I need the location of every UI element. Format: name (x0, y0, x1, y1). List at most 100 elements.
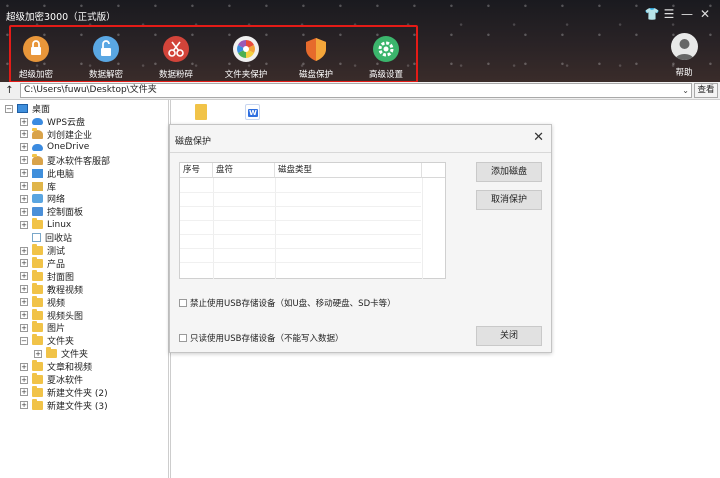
folder-icon (32, 244, 43, 255)
wps-document-icon[interactable]: W (245, 104, 260, 120)
expand-icon[interactable]: + (20, 182, 28, 190)
tree-item[interactable]: + 测试 (20, 244, 65, 257)
tree-item[interactable]: + 视频 (20, 295, 65, 309)
expand-icon[interactable]: + (20, 207, 28, 216)
folder-icon (32, 269, 43, 281)
super-encrypt-button[interactable]: 超级加密 (4, 36, 68, 80)
data-decrypt-button[interactable]: 数据解密 (74, 36, 138, 80)
column-line (422, 178, 423, 279)
folder-icon[interactable] (195, 104, 207, 120)
help-button[interactable]: 帮助 (667, 33, 701, 78)
column-line (275, 178, 276, 279)
tree-item-desktop[interactable]: − 桌面 (5, 102, 50, 115)
close-dialog-button[interactable]: 关闭 (476, 326, 542, 346)
collapse-icon[interactable]: − (5, 104, 13, 113)
tree-item[interactable]: + 库 (20, 180, 56, 193)
folder-icon (32, 256, 43, 268)
chevron-down-icon[interactable]: ⌄ (682, 84, 689, 97)
view-button[interactable]: 查看 (694, 83, 718, 98)
tree-item[interactable]: − 文件夹 (20, 334, 74, 347)
lock-icon (23, 36, 49, 62)
tree-item[interactable]: + OneDrive (20, 141, 89, 154)
expand-icon[interactable]: + (20, 156, 28, 165)
readonly-usb-checkbox[interactable] (179, 334, 187, 342)
tree-item[interactable]: + 文章和视频 (20, 360, 92, 373)
tree-item[interactable]: + 图片 (20, 321, 65, 334)
tree-item-label: WPS云盘 (47, 118, 86, 128)
tree-item[interactable]: + 网络 (20, 192, 65, 205)
expand-icon[interactable]: + (20, 117, 28, 126)
tree-item[interactable]: + 新建文件夹 (3) (20, 398, 108, 412)
advanced-settings-button[interactable]: 高级设置 (354, 36, 418, 80)
expand-icon[interactable]: + (20, 272, 28, 281)
tree-item[interactable]: + 夏冰软件 (20, 373, 83, 386)
cancel-protect-button[interactable]: 取消保护 (476, 190, 542, 210)
tree-item[interactable]: + 文件夹 (34, 347, 88, 360)
folder-icon (32, 321, 43, 333)
lib-icon (32, 181, 43, 191)
tree-item[interactable]: + 教程视频 (20, 282, 83, 296)
tree-item[interactable]: + 夏冰软件客服部 (20, 153, 111, 167)
net-icon (32, 194, 43, 204)
expand-icon[interactable]: + (20, 311, 28, 319)
row-line (180, 262, 421, 263)
expand-icon[interactable]: + (20, 375, 28, 384)
tree-item[interactable]: + Linux (20, 218, 71, 231)
up-arrow-icon[interactable]: ↑ (2, 83, 17, 98)
expand-icon[interactable]: + (20, 169, 28, 178)
expand-icon[interactable]: + (20, 220, 28, 229)
folder-tree[interactable]: − 桌面 + WPS云盘 + 刘创建企业 + OneDrive + 夏冰软件客服部 + 此电脑 + 库… (0, 100, 169, 478)
tree-item-label: 夏冰软件客服部 (47, 156, 111, 167)
expand-icon[interactable]: + (20, 259, 28, 268)
expand-icon[interactable]: + (20, 362, 28, 371)
tree-item[interactable]: + 产品 (20, 256, 66, 270)
folder-icon (32, 360, 43, 372)
disk-protect-button[interactable]: 磁盘保护 (284, 36, 348, 80)
close-icon[interactable]: ✕ (533, 130, 544, 145)
disable-usb-checkbox[interactable] (179, 299, 187, 307)
disk-table[interactable]: 序号 盘符 磁盘类型 (179, 162, 446, 279)
collapse-icon[interactable]: − (20, 336, 28, 345)
tree-item[interactable]: + 新建文件夹 (2) (20, 385, 108, 399)
folder-icon (32, 218, 43, 230)
row-line (180, 220, 421, 221)
folder-protect-button[interactable]: 文件夹保护 (214, 36, 278, 80)
folder-icon (32, 398, 43, 410)
tree-item-label: 产品 (47, 259, 66, 270)
expand-icon[interactable]: + (20, 130, 28, 139)
expand-icon[interactable]: + (20, 246, 28, 255)
tree-item[interactable]: + WPS云盘 (20, 115, 85, 128)
tree-item-label: 测试 (47, 247, 66, 257)
folder-icon (46, 347, 57, 359)
tree-item[interactable]: + 封面图 (20, 269, 74, 283)
expand-icon[interactable]: + (34, 349, 42, 358)
skin-icon[interactable]: 👕 (644, 7, 660, 21)
tree-item[interactable]: + 视频头图 (20, 308, 83, 322)
expand-icon[interactable]: + (20, 323, 28, 332)
column-header-drive: 盘符 (213, 163, 275, 178)
readonly-usb-option[interactable]: 只读使用USB存储设备（不能写入数据） (179, 332, 343, 344)
tree-item[interactable]: + 刘创建企业 (20, 127, 92, 141)
tree-item[interactable]: + 控制面板 (20, 205, 83, 218)
row-line (180, 206, 421, 207)
expand-icon[interactable]: + (20, 298, 28, 307)
expand-icon[interactable]: + (20, 401, 28, 410)
expand-icon[interactable]: + (20, 194, 28, 203)
close-button[interactable]: ✕ (697, 7, 713, 21)
tree-item[interactable]: 回收站 (20, 231, 72, 244)
tree-item-label: 回收站 (45, 234, 73, 245)
add-disk-button[interactable]: 添加磁盘 (476, 162, 542, 182)
menu-icon[interactable]: ☰ (661, 7, 677, 21)
expand-icon[interactable]: + (20, 388, 28, 397)
minimize-button[interactable]: — (679, 7, 695, 21)
unlock-icon (93, 36, 119, 62)
expand-icon[interactable]: + (20, 143, 28, 152)
expand-icon[interactable]: + (20, 285, 28, 294)
disable-usb-option[interactable]: 禁止使用USB存储设备（如U盘、移动硬盘、SD卡等） (179, 297, 396, 309)
bin-icon (32, 233, 41, 243)
path-input[interactable]: C:\Users\fuwu\Desktop\文件夹 ⌄ (20, 83, 692, 98)
tree-item-label: Linux (47, 219, 72, 230)
tree-item[interactable]: + 此电脑 (20, 167, 74, 180)
data-shred-button[interactable]: 数据粉碎 (144, 36, 208, 80)
tree-item-label: 夏冰软件 (47, 376, 84, 386)
